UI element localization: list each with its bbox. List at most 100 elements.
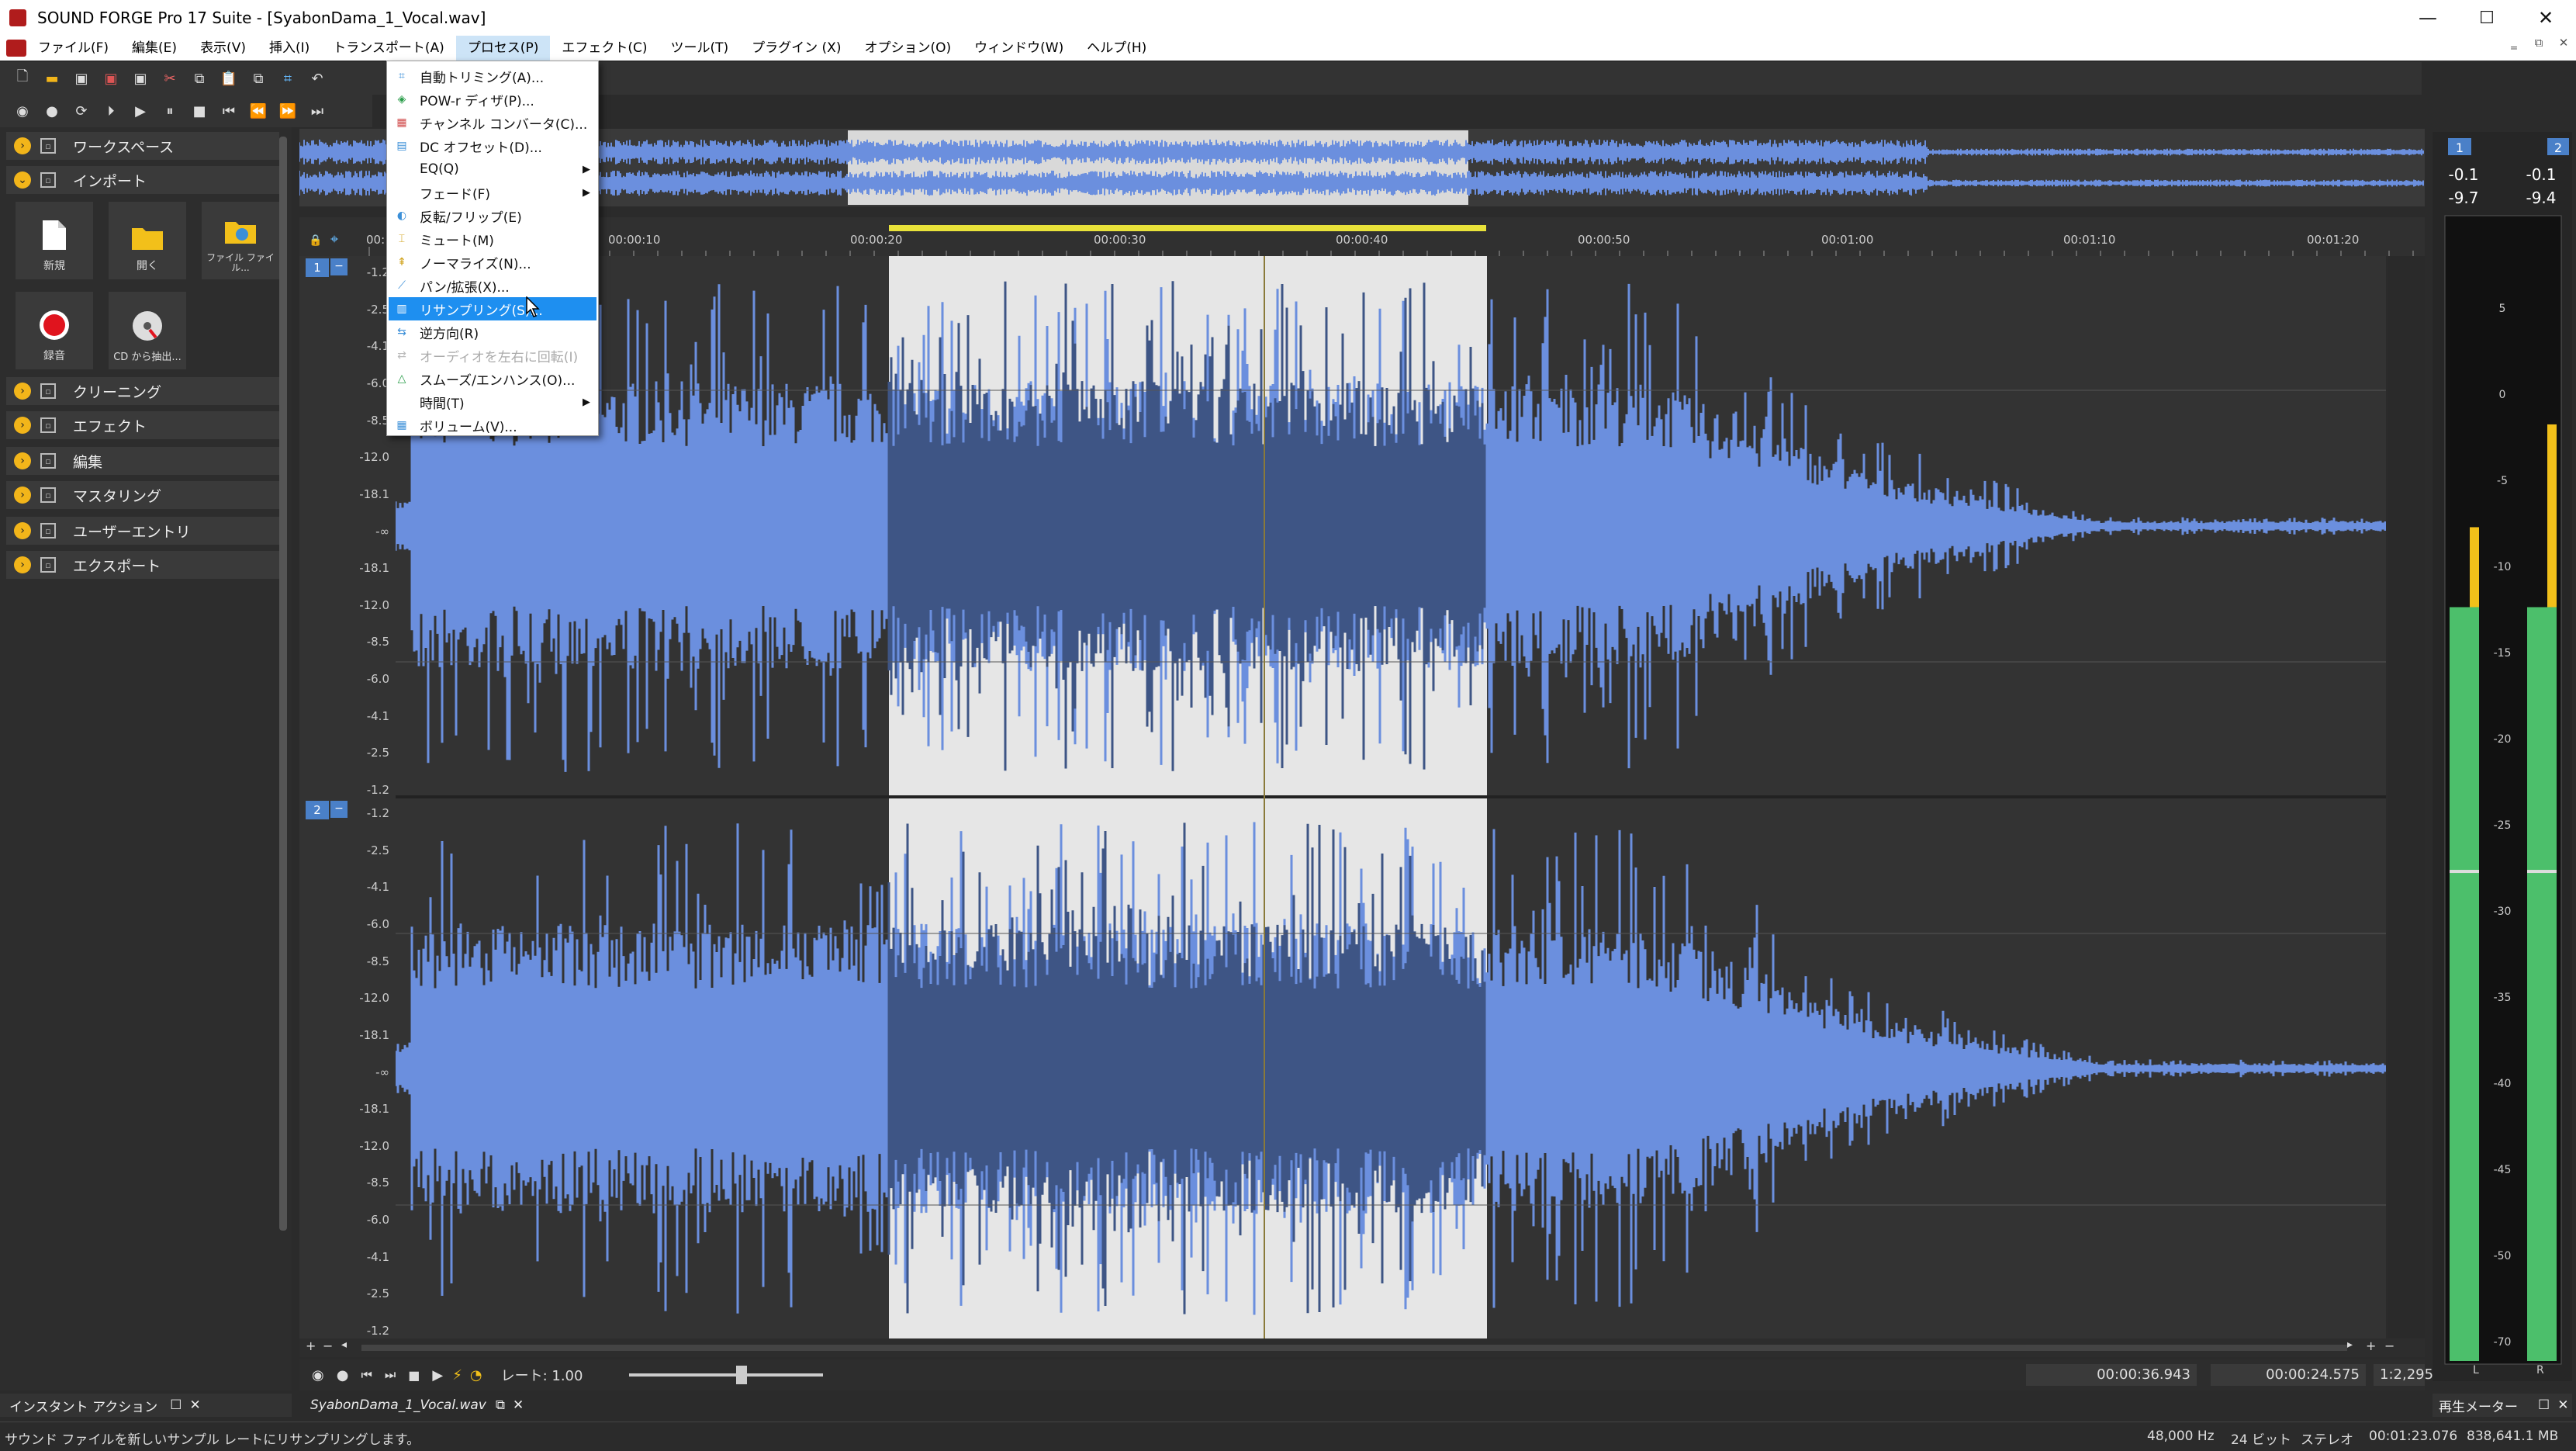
section-import[interactable]: ⌄ ▫ インポート bbox=[6, 166, 279, 194]
selection-marker-bar[interactable] bbox=[889, 225, 1486, 231]
playback-meter-tab[interactable]: 再生メーター ☐ ✕ bbox=[2433, 1394, 2572, 1417]
new-file-icon[interactable]: 🗋 bbox=[11, 67, 34, 90]
zoom-out-icon[interactable]: − bbox=[323, 1338, 333, 1353]
section-edit[interactable]: › ▫ 編集 bbox=[6, 447, 279, 475]
record-arm-icon[interactable]: ● bbox=[40, 99, 64, 123]
record-icon[interactable]: ◉ bbox=[11, 99, 34, 123]
close-button[interactable]: ✕ bbox=[2516, 0, 2575, 36]
left-panel-scrollbar[interactable] bbox=[279, 137, 287, 1231]
copy-icon[interactable]: ⧉ bbox=[188, 67, 211, 90]
menu-8[interactable]: プラグイン (X) bbox=[740, 36, 852, 61]
save-icon[interactable]: ▣ bbox=[70, 67, 93, 90]
paste-icon[interactable]: 📋 bbox=[217, 67, 240, 90]
scrub-icon[interactable]: ⚡ bbox=[452, 1367, 462, 1383]
go-start-icon[interactable]: ⏮ bbox=[361, 1367, 372, 1383]
close-icon[interactable]: ✕ bbox=[189, 1397, 200, 1413]
scroll-right-icon[interactable]: ▸ bbox=[2347, 1338, 2353, 1351]
channel-1-minimize-icon[interactable]: − bbox=[330, 258, 348, 275]
process-menu-item[interactable]: ▥ リサンプリング(S)... bbox=[389, 297, 596, 320]
document-tab[interactable]: SyabonDama_1_Vocal.wav ⧉ ✕ bbox=[299, 1394, 532, 1417]
zoom-in-icon[interactable]: + bbox=[306, 1338, 316, 1353]
menu-5[interactable]: プロセス(P) bbox=[455, 36, 551, 61]
snap-icon[interactable]: ⌖ bbox=[330, 231, 338, 248]
process-menu-item[interactable]: ⌶ ミュート(M) bbox=[389, 227, 596, 251]
menu-2[interactable]: 表示(V) bbox=[188, 36, 258, 61]
channel-1-button[interactable]: 1 bbox=[306, 258, 329, 277]
cd-extract-tile[interactable]: CD から抽出... bbox=[109, 292, 186, 369]
process-menu-item[interactable]: EQ(Q) ▶ bbox=[389, 158, 596, 181]
process-menu-item[interactable]: ▤ DC オフセット(D)... bbox=[389, 134, 596, 158]
section-effects[interactable]: › ▫ エフェクト bbox=[6, 411, 279, 439]
rate-slider[interactable] bbox=[629, 1366, 824, 1384]
maximize-button[interactable]: ☐ bbox=[2457, 0, 2516, 36]
menu-11[interactable]: ヘルプ(H) bbox=[1075, 36, 1158, 61]
horizontal-scrollbar[interactable]: + − ◂ ▸ + − bbox=[299, 1338, 2425, 1357]
rewind-icon[interactable]: ⏪ bbox=[247, 99, 270, 123]
process-menu-item[interactable]: ▦ ボリューム(V)... bbox=[389, 414, 596, 437]
menu-9[interactable]: オプション(O) bbox=[852, 36, 963, 61]
close-icon[interactable]: ✕ bbox=[513, 1397, 524, 1413]
float-icon[interactable]: ☐ bbox=[2538, 1397, 2550, 1413]
play-all-icon[interactable]: ⏵ bbox=[99, 99, 123, 123]
stop-icon[interactable]: ■ bbox=[408, 1368, 420, 1383]
section-user-entry[interactable]: › ▫ ユーザーエントリ bbox=[6, 517, 279, 545]
overview-bar[interactable] bbox=[299, 129, 2425, 206]
menu-10[interactable]: ウィンドウ(W) bbox=[963, 36, 1075, 61]
undo-icon[interactable]: ↶ bbox=[306, 67, 329, 90]
play-icon[interactable]: ▶ bbox=[129, 99, 152, 123]
process-menu-item[interactable]: ⟋ パン/拡張(X)... bbox=[389, 274, 596, 297]
menu-3[interactable]: 挿入(I) bbox=[258, 36, 321, 61]
file-tile[interactable]: ファイル ファイル... bbox=[202, 202, 279, 279]
zoom-out-time-icon[interactable]: − bbox=[2384, 1338, 2394, 1353]
process-menu-item[interactable]: ⇆ 逆方向(R) bbox=[389, 320, 596, 344]
section-export[interactable]: › ▫ エクスポート bbox=[6, 551, 279, 579]
menu-0[interactable]: ファイル(F) bbox=[26, 36, 120, 61]
vertical-scrollbar[interactable] bbox=[2388, 256, 2425, 1338]
record-icon[interactable]: ◉ bbox=[312, 1367, 324, 1383]
process-menu-item[interactable]: △ スムーズ/エンハンス(O)... bbox=[389, 367, 596, 390]
metronome-icon[interactable]: ◔ bbox=[470, 1367, 482, 1383]
go-start-icon[interactable]: ⏮ bbox=[217, 99, 240, 123]
loop-icon[interactable]: ⟳ bbox=[70, 99, 93, 123]
new-tile[interactable]: 新規 bbox=[16, 202, 93, 279]
open-tile[interactable]: 開く bbox=[109, 202, 186, 279]
process-menu-item[interactable]: ▦ チャンネル コンバータ(C)... bbox=[389, 111, 596, 134]
save-as-icon[interactable]: ▣ bbox=[99, 67, 123, 90]
go-end-icon[interactable]: ⏭ bbox=[306, 99, 329, 123]
document-icon[interactable] bbox=[6, 40, 26, 57]
cut-icon[interactable]: ✂ bbox=[158, 67, 182, 90]
menu-6[interactable]: エフェクト(C) bbox=[550, 36, 659, 61]
float-icon[interactable]: ⧉ bbox=[496, 1397, 505, 1413]
play-icon[interactable]: ▶ bbox=[432, 1367, 443, 1383]
mdi-minimize-button[interactable]: ‗ bbox=[2502, 36, 2526, 50]
section-workspace[interactable]: › ▫ ワークスペース bbox=[6, 132, 279, 160]
minimize-button[interactable]: — bbox=[2398, 0, 2457, 36]
pause-icon[interactable]: ⏸ bbox=[158, 99, 182, 123]
scroll-thumb[interactable] bbox=[361, 1345, 2347, 1351]
trim-icon[interactable]: ⌗ bbox=[276, 67, 299, 90]
mdi-restore-button[interactable]: ⧉ bbox=[2526, 36, 2551, 50]
process-menu-item[interactable]: ◈ POW-r ディザ(P)... bbox=[389, 88, 596, 111]
mdi-close-button[interactable]: ✕ bbox=[2551, 36, 2576, 50]
channel-2-button[interactable]: 2 bbox=[306, 801, 329, 819]
process-menu-item[interactable]: 時間(T) ▶ bbox=[389, 390, 596, 414]
menu-7[interactable]: ツール(T) bbox=[659, 36, 740, 61]
menu-1[interactable]: 編集(E) bbox=[120, 36, 188, 61]
fast-forward-icon[interactable]: ⏩ bbox=[276, 99, 299, 123]
lock-icon[interactable]: 🔒 bbox=[309, 234, 322, 247]
waveform-canvas[interactable] bbox=[394, 256, 2387, 1338]
record-arm-icon[interactable]: ● bbox=[337, 1367, 349, 1383]
process-menu-item[interactable]: ⌗ 自動トリミング(A)... bbox=[389, 64, 596, 88]
channel-2-minimize-icon[interactable]: − bbox=[330, 801, 348, 818]
scroll-left-icon[interactable]: ◂ bbox=[341, 1338, 347, 1351]
stop-icon[interactable]: ■ bbox=[188, 99, 211, 123]
save-all-icon[interactable]: ▣ bbox=[129, 67, 152, 90]
open-folder-icon[interactable]: ▬ bbox=[40, 67, 64, 90]
paste-mix-icon[interactable]: ⧉ bbox=[247, 67, 270, 90]
time-ruler[interactable]: 🔒 ⌖ 00: 00:00:10 00:00:20 00:00:30 00:00… bbox=[299, 217, 2425, 256]
close-icon[interactable]: ✕ bbox=[2557, 1397, 2568, 1413]
record-tile[interactable]: 録音 bbox=[16, 292, 93, 369]
rate-slider-thumb[interactable] bbox=[736, 1366, 748, 1384]
go-end-icon[interactable]: ⏭ bbox=[385, 1367, 396, 1383]
section-mastering[interactable]: › ▫ マスタリング bbox=[6, 481, 279, 509]
